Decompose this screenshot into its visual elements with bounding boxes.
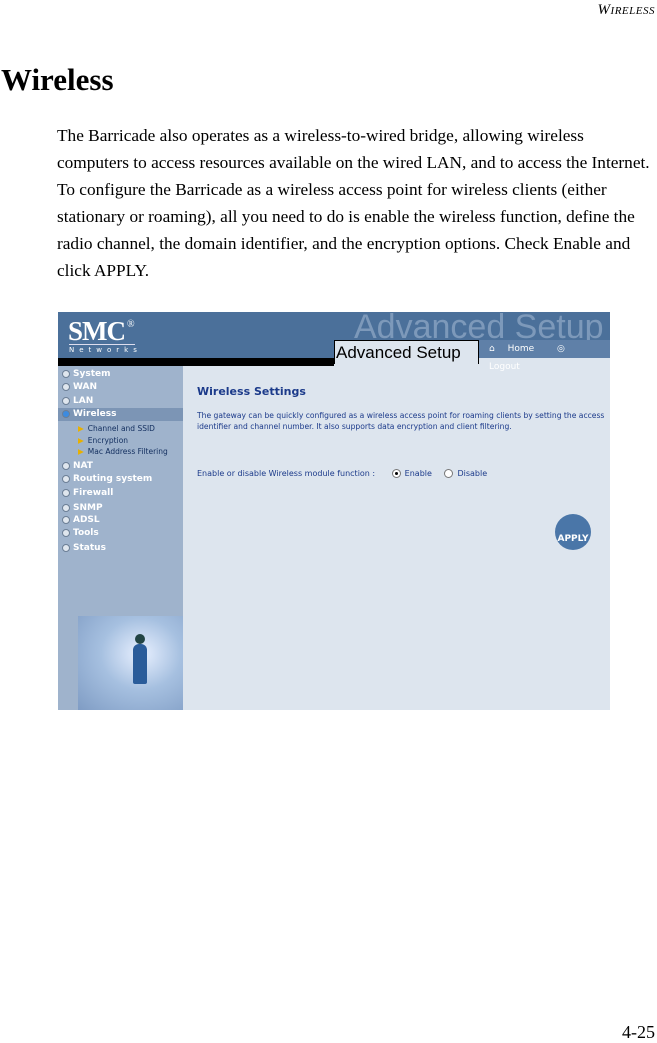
menu-routing[interactable]: Routing system xyxy=(62,473,183,486)
submenu-label: Channel and SSID xyxy=(87,424,155,433)
enable-radio[interactable] xyxy=(391,469,401,478)
logout-icon: ◎ xyxy=(557,344,565,354)
router-screenshot: SMC ® Networks Advanced Setup Advanced Se… xyxy=(58,312,610,710)
content-description: The gateway can be quickly configured as… xyxy=(197,411,605,431)
menu-label: Firewall xyxy=(73,488,114,498)
menu-label: NAT xyxy=(73,461,93,471)
home-link[interactable]: ⌂ Home xyxy=(489,344,544,354)
bullet-icon xyxy=(62,488,70,497)
logo-text: SMC xyxy=(68,316,126,346)
disable-radio[interactable] xyxy=(444,469,454,478)
submenu-label: Encryption xyxy=(87,436,129,445)
menu-label: ADSL xyxy=(73,515,100,525)
bullet-icon xyxy=(62,461,70,470)
arrow-icon: ▶ xyxy=(78,436,84,445)
menu-label: System xyxy=(73,369,111,379)
submenu-mac-filtering[interactable]: ▶ Mac Address Filtering xyxy=(78,447,168,456)
person-figure xyxy=(133,644,147,684)
body-paragraph: The Barricade also operates as a wireles… xyxy=(57,126,650,280)
submenu-label: Mac Address Filtering xyxy=(87,447,168,456)
apply-button[interactable]: APPLY xyxy=(555,514,591,550)
arrow-icon: ▶ xyxy=(78,447,84,456)
menu-label: Wireless xyxy=(73,409,117,419)
page-number: 4-25 xyxy=(622,1022,655,1042)
menu-label: Tools xyxy=(73,528,99,538)
bullet-icon xyxy=(62,543,70,552)
menu-adsl[interactable]: ADSL xyxy=(62,514,183,527)
bullet-icon xyxy=(62,396,70,405)
menu-status[interactable]: Status xyxy=(62,542,183,555)
menu-nat[interactable]: NAT xyxy=(62,460,183,473)
submenu-channel-ssid[interactable]: ▶ Channel and SSID xyxy=(78,424,155,433)
menu-tools[interactable]: Tools xyxy=(62,527,183,540)
disable-label[interactable]: Disable xyxy=(457,469,487,478)
menu-label: WAN xyxy=(73,382,98,392)
home-label: Home xyxy=(507,344,535,354)
menu-label: LAN xyxy=(73,396,94,406)
running-head-initial: W xyxy=(597,2,611,18)
smc-logo: SMC ® xyxy=(68,316,135,347)
running-head: WIRELESS xyxy=(598,2,655,19)
arrow-icon: ▶ xyxy=(78,424,84,433)
menu-label: Status xyxy=(73,543,106,553)
menu-system[interactable]: System xyxy=(62,368,183,381)
running-head-rest: IRELESS xyxy=(610,5,655,17)
content-title: Wireless Settings xyxy=(197,385,306,398)
sidebar: System WAN LAN Wireless ▶ Channel and SSI… xyxy=(58,366,183,710)
page-tab-title: Advanced Setup xyxy=(334,340,479,364)
menu-lan[interactable]: LAN xyxy=(62,395,183,408)
menu-label: Routing system xyxy=(73,474,153,484)
bullet-icon xyxy=(62,369,70,378)
submenu-encryption[interactable]: ▶ Encryption xyxy=(78,436,128,445)
top-nav: ⌂ Home ◎ Logout xyxy=(479,340,610,372)
logout-label: Logout xyxy=(489,362,520,372)
bullet-icon xyxy=(62,382,70,391)
enable-label[interactable]: Enable xyxy=(405,469,432,478)
bullet-icon xyxy=(62,528,70,537)
bullet-icon xyxy=(62,409,70,418)
section-heading: Wireless xyxy=(1,62,114,97)
registered-mark: ® xyxy=(127,319,135,330)
menu-firewall[interactable]: Firewall xyxy=(62,487,183,500)
header-divider xyxy=(58,358,334,366)
sidebar-photo xyxy=(78,616,183,710)
bullet-icon xyxy=(62,474,70,483)
bullet-icon xyxy=(62,515,70,524)
option-label: Enable or disable Wireless module functi… xyxy=(197,469,376,478)
logo-subtitle: Networks xyxy=(69,344,142,354)
menu-wireless[interactable]: Wireless xyxy=(58,408,183,421)
wireless-toggle-row: Enable or disable Wireless module functi… xyxy=(197,469,487,478)
menu-wan[interactable]: WAN xyxy=(62,381,183,394)
bullet-icon xyxy=(62,503,70,512)
home-icon: ⌂ xyxy=(489,344,498,354)
menu-label: SNMP xyxy=(73,503,103,513)
person-head xyxy=(135,634,145,644)
